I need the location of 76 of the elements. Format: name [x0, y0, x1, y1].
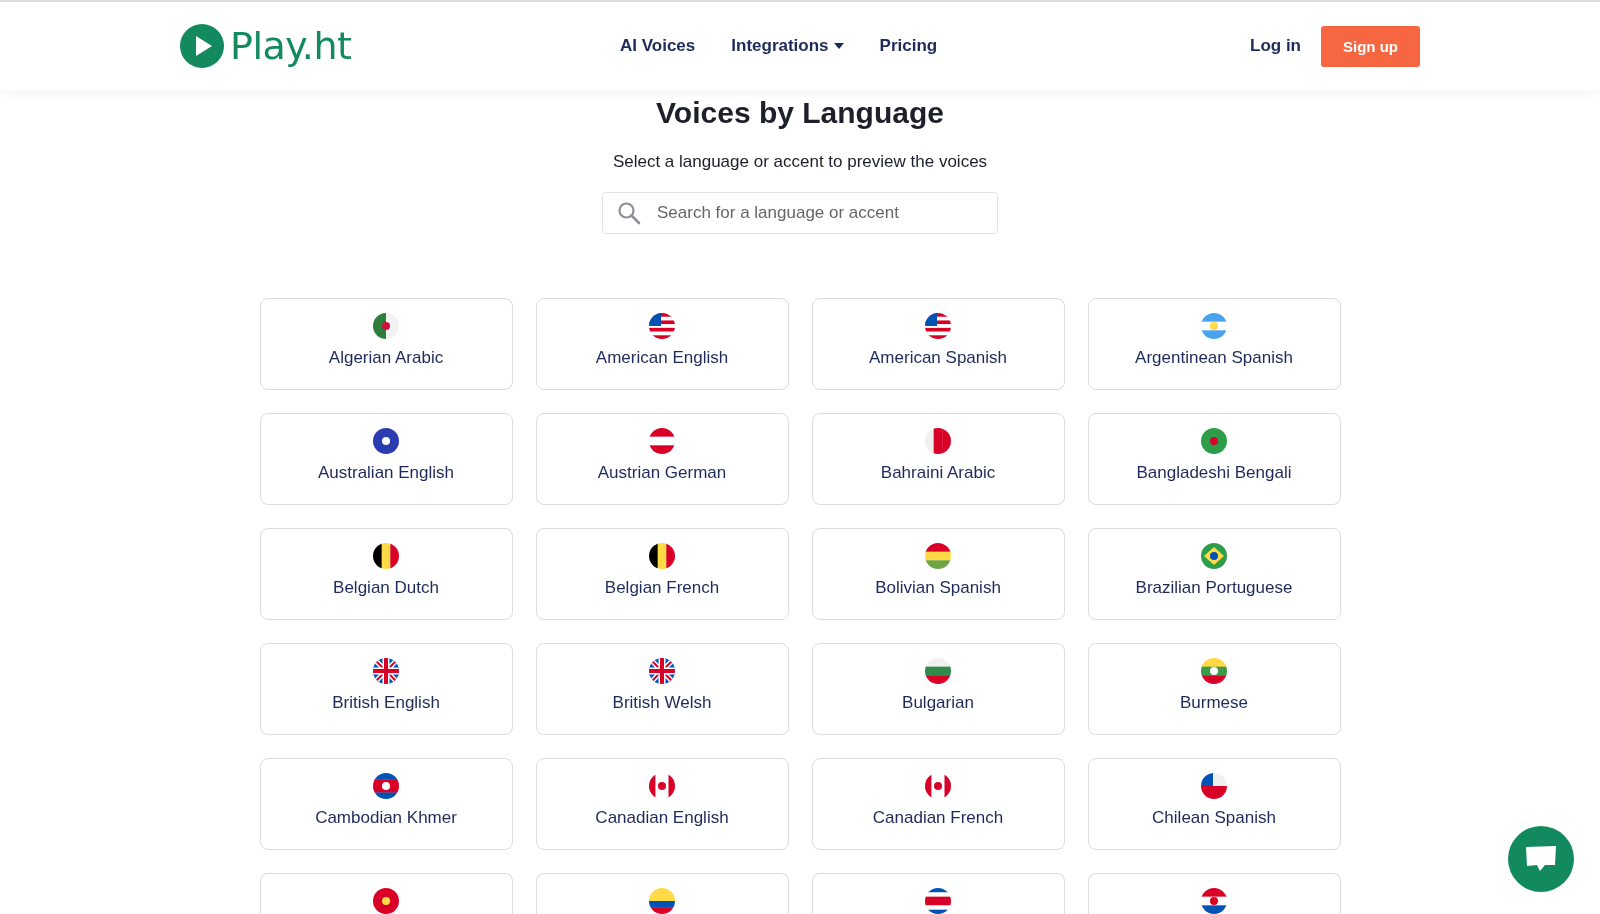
nav-dropdown[interactable]: Integrations [731, 36, 844, 56]
language-name: American English [595, 348, 729, 368]
language-card[interactable]: Bangladeshi Bengali [1087, 413, 1341, 505]
language-name: Burmese [1180, 693, 1248, 713]
language-card[interactable]: Brazilian Portuguese [1087, 528, 1341, 620]
language-card[interactable]: British Welsh [535, 643, 789, 735]
flag-icon [649, 773, 675, 799]
language-card[interactable]: Algerian Arabic [259, 298, 513, 390]
nav-link[interactable]: AI Voices [620, 36, 696, 56]
language-name: Algerian Arabic [328, 348, 444, 368]
language-card[interactable]: Canadian French [811, 758, 1065, 850]
language-name: Bahraini Arabic [880, 463, 996, 483]
language-name: British English [332, 693, 440, 713]
language-card[interactable]: Bulgarian [811, 643, 1065, 735]
page-title: Voices by Language [656, 96, 944, 130]
language-name: Belgian Dutch [333, 578, 439, 598]
flag-icon [1201, 773, 1227, 799]
flag-icon [1201, 428, 1227, 454]
language-card[interactable]: Chilean Spanish [1087, 758, 1341, 850]
flag-icon [373, 543, 399, 569]
language-card[interactable]: Burmese [1087, 643, 1341, 735]
logo-wordmark[interactable]: Play.ht [230, 24, 352, 68]
flag-icon [649, 313, 675, 339]
language-card[interactable]: Bahraini Arabic [811, 413, 1065, 505]
nav-link[interactable]: Pricing [879, 36, 938, 56]
language-name: Bolivian Spanish [875, 578, 1001, 598]
play-logo-icon[interactable] [180, 24, 224, 68]
language-name: British Welsh [612, 693, 712, 713]
language-name: Cambodian Khmer [315, 808, 457, 828]
language-card[interactable]: Austrian German [535, 413, 789, 505]
language-card[interactable]: Belgian French [535, 528, 789, 620]
language-card[interactable]: Australian English [259, 413, 513, 505]
language-name: Austrian German [597, 463, 727, 483]
page-subtitle: Select a language or accent to preview the voices [612, 152, 988, 172]
language-card[interactable]: Canadian English [535, 758, 789, 850]
flag-icon [373, 428, 399, 454]
language-card[interactable]: American English [535, 298, 789, 390]
language-name: Canadian French [872, 808, 1004, 828]
language-name: Canadian English [595, 808, 729, 828]
language-name: Argentinean Spanish [1135, 348, 1293, 368]
flag-icon [649, 428, 675, 454]
flag-icon [1201, 543, 1227, 569]
flag-icon [649, 888, 675, 914]
flag-icon [925, 543, 951, 569]
language-name: Bangladeshi Bengali [1136, 463, 1292, 483]
language-card[interactable]: British English [259, 643, 513, 735]
flag-icon [925, 658, 951, 684]
flag-icon [373, 888, 399, 914]
language-name: Brazilian Portuguese [1135, 578, 1293, 598]
language-card[interactable]: American Spanish [811, 298, 1065, 390]
flag-icon [373, 313, 399, 339]
caret-icon [833, 43, 844, 49]
language-name: Belgian French [604, 578, 720, 598]
language-card[interactable]: Cambodian Khmer [259, 758, 513, 850]
login-link[interactable]: Log in [1250, 36, 1301, 56]
flag-icon [1201, 313, 1227, 339]
language-card[interactable] [811, 873, 1065, 914]
language-name: Bulgarian [902, 693, 974, 713]
flag-icon [649, 658, 675, 684]
language-name: American Spanish [869, 348, 1007, 368]
flag-icon [373, 658, 399, 684]
language-name: Australian English [317, 463, 455, 483]
language-name: Chilean Spanish [1152, 808, 1276, 828]
language-card[interactable]: Bolivian Spanish [811, 528, 1065, 620]
flag-icon [925, 773, 951, 799]
language-card[interactable]: Argentinean Spanish [1087, 298, 1341, 390]
language-card[interactable] [535, 873, 789, 914]
flag-icon [1201, 658, 1227, 684]
flag-icon [649, 543, 675, 569]
language-card[interactable] [259, 873, 513, 914]
language-card[interactable]: Belgian Dutch [259, 528, 513, 620]
search-field[interactable]: Search for a language or accent [602, 192, 998, 234]
language-card[interactable] [1087, 873, 1341, 914]
flag-icon [925, 313, 951, 339]
flag-icon [373, 773, 399, 799]
flag-icon [925, 428, 951, 454]
